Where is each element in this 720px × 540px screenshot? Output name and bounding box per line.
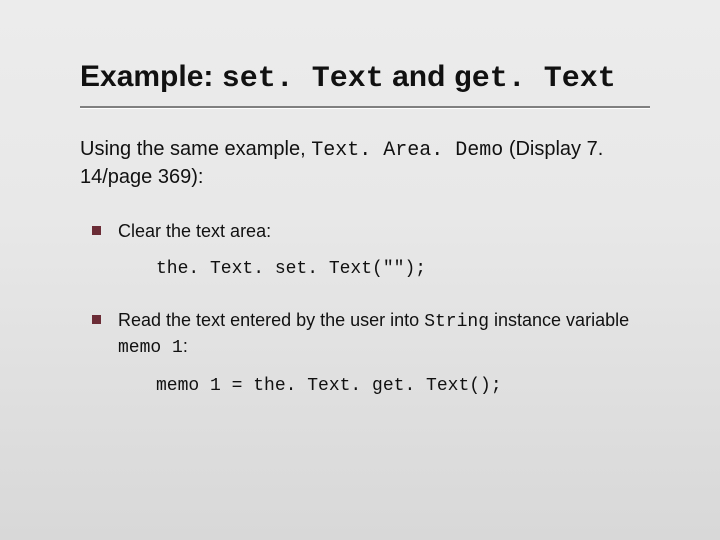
bullet2-code-inline-2: memo 1	[118, 338, 183, 358]
title-text-mid: and	[384, 60, 454, 93]
title-code-1: set. Text	[222, 62, 384, 96]
bullet2-code: memo 1 = the. Text. get. Text();	[118, 374, 650, 398]
intro-pre: Using the same example,	[80, 138, 311, 160]
list-item: Clear the text area: the. Text. set. Tex…	[92, 219, 650, 282]
bullet-list: Clear the text area: the. Text. set. Tex…	[80, 219, 650, 398]
title-underline	[80, 106, 650, 108]
intro-code: Text. Area. Demo	[311, 139, 503, 162]
title-text-pre: Example:	[80, 60, 222, 93]
title-code-2: get. Text	[454, 62, 616, 96]
bullet2-pre: Read the text entered by the user into	[118, 310, 424, 330]
bullet1-text: Clear the text area:	[118, 221, 271, 241]
bullet1-code: the. Text. set. Text("");	[118, 257, 650, 281]
bullet2-code-inline-1: String	[424, 312, 489, 332]
bullet2-post: :	[183, 336, 188, 356]
list-item: Read the text entered by the user into S…	[92, 308, 650, 399]
intro-paragraph: Using the same example, Text. Area. Demo…	[80, 136, 650, 191]
bullet2-mid: instance variable	[489, 310, 629, 330]
slide-title: Example: set. Text and get. Text	[80, 60, 650, 96]
